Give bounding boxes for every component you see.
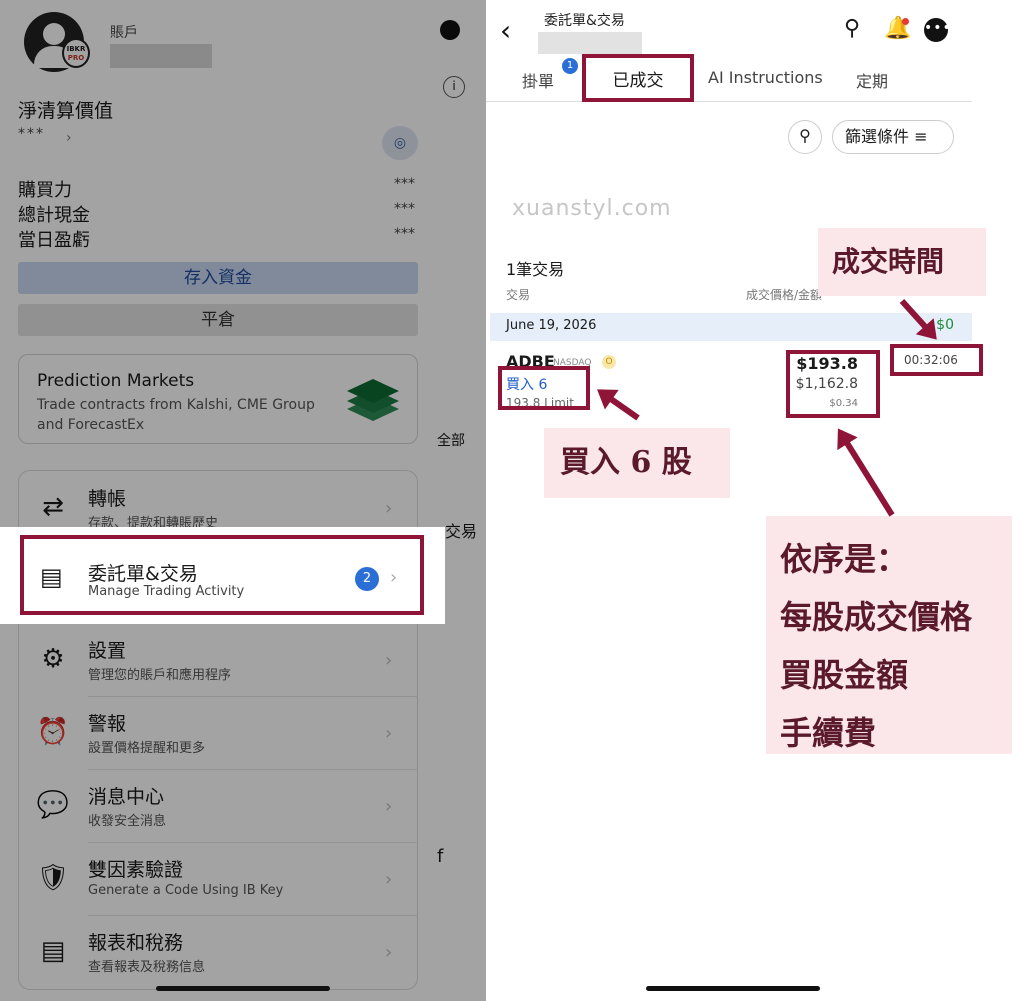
- arrow-to-buy: [598, 389, 640, 421]
- home-indicator: [156, 986, 330, 991]
- count-badge: 2: [355, 567, 379, 591]
- tab-badge: 1: [562, 58, 578, 74]
- tab-filled[interactable]: 已成交: [582, 54, 694, 102]
- search-icon[interactable]: ⚲: [788, 120, 822, 154]
- search-icon[interactable]: ⚲: [844, 16, 860, 41]
- watermark: xuanstyl.com: [512, 196, 672, 221]
- tab-label: 已成交: [612, 71, 664, 91]
- tab-recurring[interactable]: 定期: [856, 68, 888, 92]
- price-highlight-box: $193.8 $1,162.8 $0.34: [786, 350, 880, 418]
- column-header-trade: 交易: [506, 288, 531, 302]
- page-title: 委託單&交易: [544, 13, 625, 29]
- dim-overlay: [0, 0, 486, 1001]
- annotation-line: 手續費: [780, 714, 877, 752]
- left-screen: IBKR PRO 賬戶 淨清算價值 *** › ◎ 購買力 *** 總計現金 **…: [0, 0, 486, 1001]
- screenshot-root: IBKR PRO 賬戶 淨清算價值 *** › ◎ 購買力 *** 總計現金 **…: [0, 0, 1024, 1001]
- annotation-time: 成交時間: [818, 228, 986, 296]
- time-highlight-box: 00:32:06: [890, 344, 983, 376]
- fill-time: 00:32:06: [904, 353, 958, 367]
- filter-label: 篩選條件: [845, 127, 910, 146]
- fill-amount: $1,162.8: [795, 376, 858, 392]
- annotation-buy: 買入 6 股: [544, 428, 730, 498]
- filter-button[interactable]: 篩選條件 ≡: [832, 120, 954, 154]
- chevron-right-icon: ›: [390, 567, 398, 588]
- menu-item-subtitle: Manage Trading Activity: [88, 584, 245, 599]
- highlight-box: [498, 366, 590, 410]
- menu-item-orders-trades[interactable]: ▤ 委託單&交易 Manage Trading Activity 2 ›: [0, 527, 445, 624]
- order-type-badge: O: [602, 355, 616, 369]
- annotation-line: 每股成交價格: [780, 598, 973, 636]
- more-icon[interactable]: •••: [924, 18, 951, 42]
- annotation-line: 買股金額: [780, 656, 909, 694]
- back-icon[interactable]: ‹: [500, 14, 511, 47]
- annotation-order: 依序是： 每股成交價格 買股金額 手續費: [766, 516, 1012, 754]
- orders-icon: ▤: [40, 563, 63, 591]
- fill-price: $193.8: [796, 354, 858, 373]
- tab-pending[interactable]: 掛單: [522, 68, 554, 92]
- filter-icon: ≡: [914, 127, 928, 146]
- commission: $0.34: [829, 398, 858, 409]
- column-header-price: 成交價格/金額: [746, 288, 823, 302]
- annotation-line: 依序是：: [780, 540, 909, 578]
- right-screen: ‹ 委託單&交易 ⚲ 🔔 ••• 掛單 1 已成交 AI Instruction…: [486, 0, 1024, 1001]
- date-group-header: June 19, 2026 $0: [490, 313, 972, 341]
- account-id-redacted: [538, 32, 642, 54]
- tab-ai-instructions[interactable]: AI Instructions: [708, 68, 823, 87]
- menu-item-title: 委託單&交易: [88, 563, 198, 585]
- notification-dot: [902, 18, 909, 25]
- group-date: June 19, 2026: [506, 318, 597, 333]
- arrow-to-price: [837, 430, 895, 517]
- trade-count: 1筆交易: [506, 260, 565, 279]
- home-indicator: [646, 986, 820, 991]
